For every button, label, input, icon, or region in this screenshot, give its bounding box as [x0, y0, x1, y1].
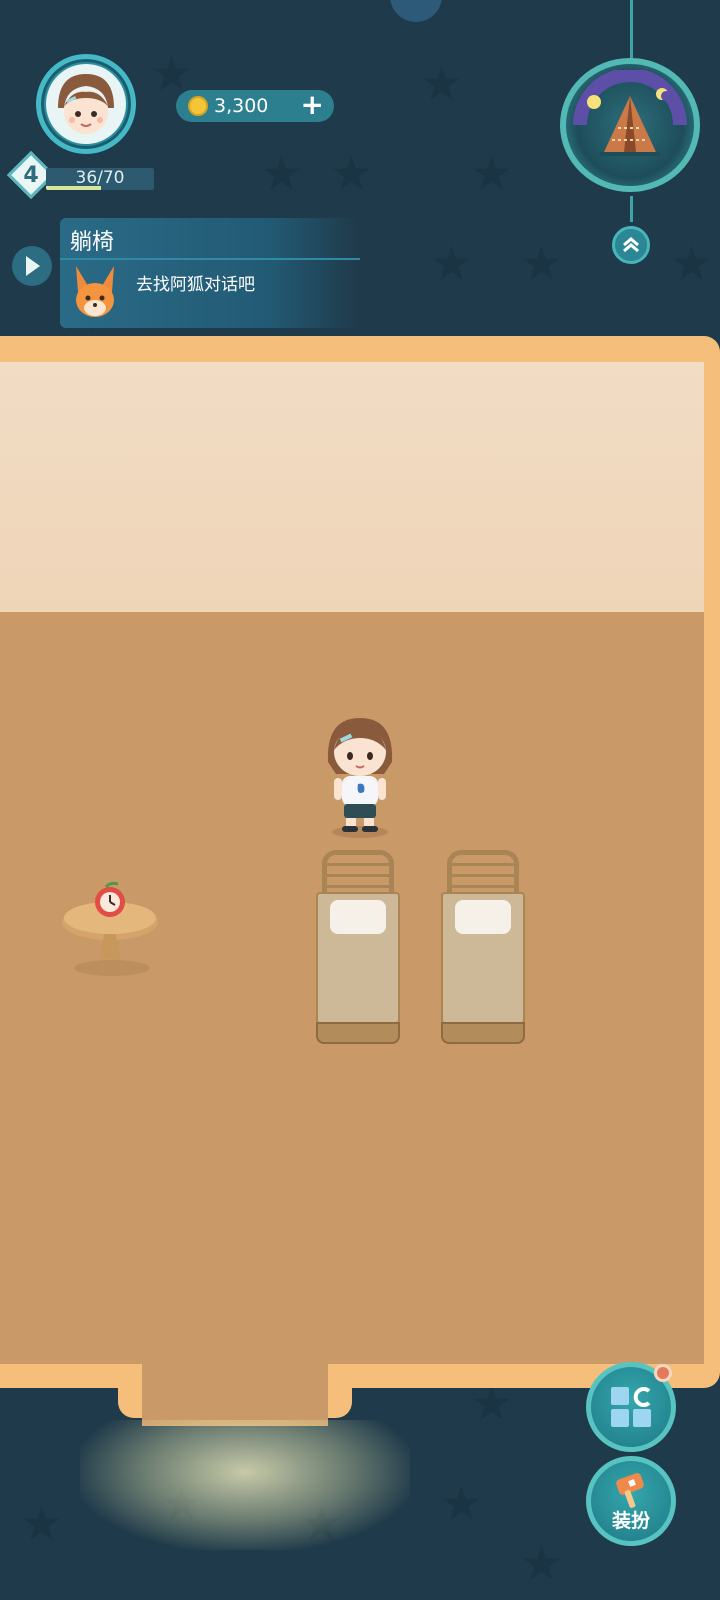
add-coins-button[interactable]: + [301, 90, 324, 120]
xp-text: 36/70 [75, 168, 125, 188]
quest-panel[interactable]: 躺椅 去找阿狐对话吧 [60, 218, 360, 328]
fox-icon [76, 266, 114, 317]
room-doorway[interactable] [142, 1360, 328, 1426]
bed-headboard [447, 850, 519, 894]
quest-text: 去找阿狐对话吧 [136, 275, 255, 295]
double-chevron-up-icon [623, 237, 639, 253]
coin-counter: 3,300 + [176, 90, 334, 122]
quest-divider [60, 258, 360, 260]
quest-toggle-button[interactable] [12, 246, 52, 286]
top-pull-tab[interactable] [390, 0, 442, 22]
table-with-clock-icon [62, 881, 158, 976]
bed-right[interactable] [441, 850, 525, 1046]
coin-icon [188, 96, 208, 116]
quest-title: 躺椅 [70, 230, 115, 255]
player-avatar-icon [46, 64, 126, 144]
hammer-icon [616, 1472, 644, 1508]
notification-dot [654, 1364, 672, 1382]
bed-foot [316, 1022, 400, 1044]
dress-up-button[interactable]: 装扮 [586, 1456, 676, 1546]
doorway-light [80, 1420, 410, 1550]
level-number: 4 [23, 162, 39, 188]
bed-pillow [455, 900, 511, 934]
room-wall [0, 362, 704, 612]
medallion-string [630, 0, 633, 60]
player-avatar[interactable] [36, 54, 136, 154]
dress-up-label: 装扮 [611, 1509, 650, 1532]
bed-foot [441, 1022, 525, 1044]
day-night-medallion[interactable] [560, 58, 700, 192]
collapse-button[interactable] [612, 226, 650, 264]
side-table[interactable] [58, 880, 162, 980]
coin-value: 3,300 [214, 95, 269, 117]
medallion-string-lower [630, 196, 633, 222]
bed-pillow [330, 900, 386, 934]
player-character[interactable] [322, 712, 398, 840]
play-arrow-icon [26, 256, 40, 276]
bed-headboard [322, 850, 394, 894]
bed-left[interactable] [316, 850, 400, 1046]
xp-bar: 36/70 [46, 168, 154, 190]
tent-night-icon [573, 70, 687, 156]
girl-character-icon [327, 718, 393, 838]
build-blocks-icon [611, 1387, 651, 1427]
